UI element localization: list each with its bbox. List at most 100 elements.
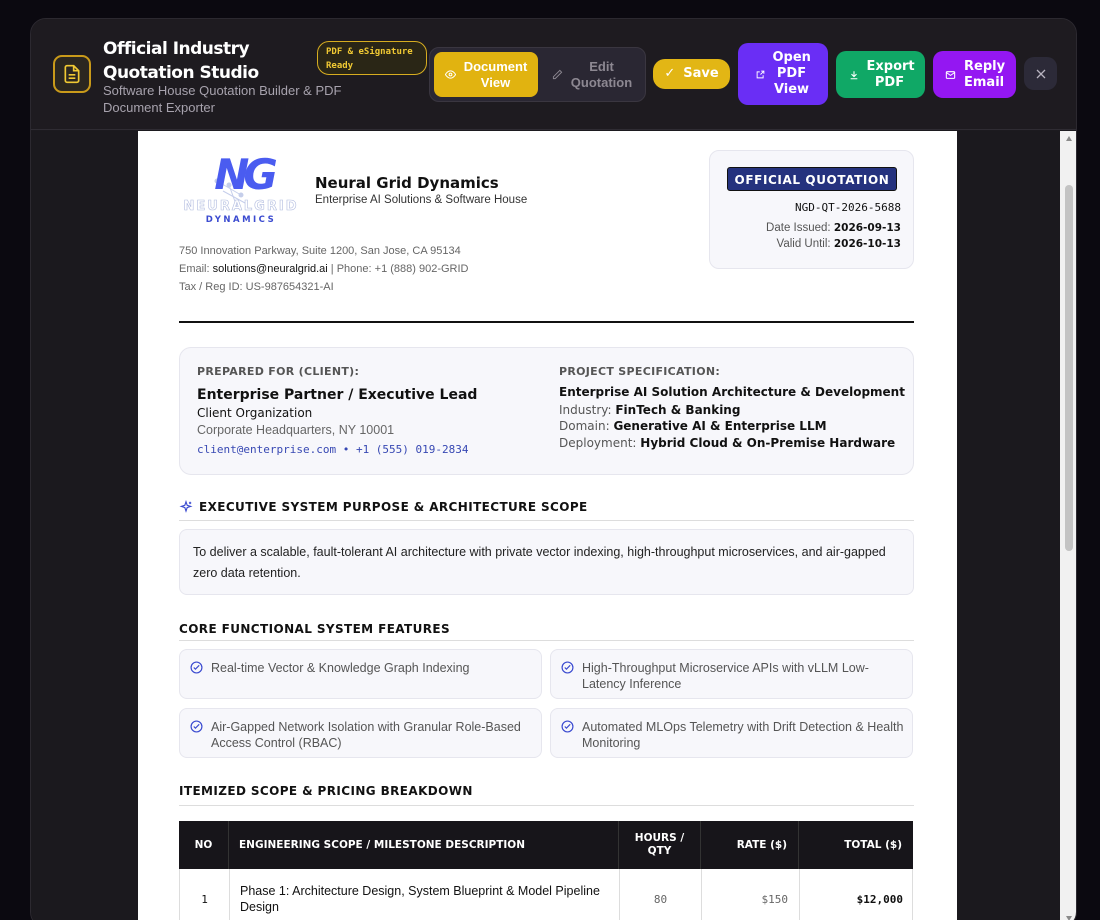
company-contact: Email: solutions@neuralgrid.ai | Phone: … [179, 263, 469, 275]
industry-label: Industry: [559, 403, 612, 417]
client-org: Client Organization [197, 406, 313, 420]
column-header: HOURS / QTY [618, 821, 700, 869]
check-circle-icon [561, 720, 574, 733]
logo-initials: NG [214, 150, 278, 199]
project-heading: PROJECT SPECIFICATION: [559, 365, 721, 378]
scrollbar-thumb[interactable] [1065, 185, 1073, 551]
valid-label: Valid Until: [776, 238, 831, 250]
table-header: NO ENGINEERING SCOPE / MILESTONE DESCRIP… [179, 821, 913, 869]
status-badge: PDF & eSignature Ready [317, 41, 427, 75]
row-description: Phase 1: Architecture Design, System Blu… [229, 869, 619, 920]
feature-text: Real-time Vector & Knowledge Graph Index… [211, 661, 470, 675]
row-total: $12,000 [799, 869, 914, 920]
header-divider [179, 321, 914, 323]
scroll-down-arrow[interactable] [1066, 916, 1072, 920]
valid-date: 2026-10-13 [833, 238, 901, 250]
purpose-section-header: EXECUTIVE SYSTEM PURPOSE & ARCHITECTURE … [179, 499, 914, 521]
company-tagline: Enterprise AI Solutions & Software House [315, 194, 528, 206]
client-address: Corporate Headquarters, NY 10001 [197, 423, 395, 437]
open-pdf-label: Open PDF View [772, 50, 811, 97]
scroll-up-arrow[interactable] [1066, 136, 1072, 141]
reply-email-label: Reply Email [964, 58, 1006, 90]
quote-number: NGD-QT-2026-5688 [795, 201, 901, 214]
scrollbar[interactable] [1060, 131, 1076, 920]
close-icon [1036, 69, 1045, 78]
row-number: 1 [201, 892, 208, 906]
logo-line2: DYNAMICS [205, 215, 277, 225]
deployment-label: Deployment: [559, 436, 637, 450]
purpose-text: To deliver a scalable, fault-tolerant AI… [193, 545, 886, 580]
edit-quotation-label: Edit Quotation [570, 58, 633, 90]
table-row: 1 Phase 1: Architecture Design, System B… [179, 869, 913, 920]
save-label: Save [683, 66, 719, 81]
pricing-heading: ITEMIZED SCOPE & PRICING BREAKDOWN [179, 784, 473, 798]
company-logo: NG NEURALGRID DYNAMICS [179, 151, 303, 231]
mail-icon [945, 70, 956, 79]
feature-card: Air-Gapped Network Isolation with Granul… [179, 708, 542, 758]
project-deployment: Deployment: Hybrid Cloud & On-Premise Ha… [559, 436, 895, 450]
document-view-button[interactable]: Document View [434, 52, 538, 97]
export-pdf-label: Export PDF [866, 58, 915, 90]
domain-value: Generative AI & Enterprise LLM [613, 419, 827, 433]
download-icon [850, 70, 857, 79]
row-hours: 80 [619, 869, 701, 920]
company-name: Neural Grid Dynamics [315, 174, 499, 192]
feature-text: Air-Gapped Network Isolation with Granul… [211, 720, 521, 750]
feature-text: Automated MLOps Telemetry with Drift Det… [582, 720, 904, 750]
check-circle-icon [190, 720, 203, 733]
phone-separator: | Phone: [327, 263, 375, 275]
export-pdf-button[interactable]: Export PDF [836, 51, 925, 98]
close-button[interactable] [1024, 57, 1057, 90]
reply-email-button[interactable]: Reply Email [933, 51, 1016, 98]
pricing-section-header: ITEMIZED SCOPE & PRICING BREAKDOWN [179, 782, 914, 806]
feature-card: Automated MLOps Telemetry with Drift Det… [550, 708, 913, 758]
row-rate: $150 [701, 869, 799, 920]
feature-card: High-Throughput Microservice APIs with v… [550, 649, 913, 699]
deployment-value: Hybrid Cloud & On-Premise Hardware [640, 436, 896, 450]
purpose-box: To deliver a scalable, fault-tolerant AI… [179, 529, 914, 595]
company-email[interactable]: solutions@neuralgrid.ai [213, 263, 328, 275]
client-project-card: PREPARED FOR (CLIENT): Enterprise Partne… [179, 347, 914, 475]
column-header: TOTAL ($) [798, 821, 913, 869]
check-circle-icon [190, 661, 203, 674]
company-tax-id: Tax / Reg ID: US-987654321-AI [179, 281, 334, 293]
project-domain: Domain: Generative AI & Enterprise LLM [559, 419, 827, 433]
view-toggle: Document View Edit Quotation [429, 47, 646, 102]
client-contact[interactable]: client@enterprise.com • +1 (555) 019-283… [197, 443, 469, 456]
client-name: Enterprise Partner / Executive Lead [197, 387, 478, 403]
document-view-label: Document View [463, 58, 528, 90]
document-icon [53, 55, 91, 93]
valid-row: Valid Until: 2026-10-13 [777, 238, 902, 250]
check-circle-icon [561, 661, 574, 674]
quotation-modal: Official Industry Quotation Studio Softw… [30, 18, 1077, 920]
pricing-table: NO ENGINEERING SCOPE / MILESTONE DESCRIP… [179, 821, 913, 920]
company-phone: +1 (888) 902-GRID [374, 263, 469, 275]
column-header: ENGINEERING SCOPE / MILESTONE DESCRIPTIO… [228, 821, 618, 869]
sparkles-icon [179, 500, 193, 513]
project-title: Enterprise AI Solution Architecture & De… [559, 385, 905, 399]
app-subtitle: Software House Quotation Builder & PDF D… [103, 83, 342, 115]
open-pdf-button[interactable]: Open PDF View [738, 43, 828, 105]
purpose-heading: EXECUTIVE SYSTEM PURPOSE & ARCHITECTURE … [199, 500, 588, 514]
email-label: Email: [179, 263, 210, 275]
column-header: RATE ($) [700, 821, 798, 869]
top-toolbar: Official Industry Quotation Studio Softw… [31, 19, 1076, 130]
company-address: 750 Innovation Parkway, Suite 1200, San … [179, 245, 461, 257]
app-title: Official Industry Quotation Studio [103, 39, 259, 83]
official-quotation-label: OFFICIAL QUOTATION [727, 167, 897, 191]
document-scroll-area[interactable]: NG NEURALGRID DYNAMICS Neural Grid Dynam… [31, 131, 1076, 920]
issued-row: Date Issued: 2026-09-13 [766, 222, 901, 234]
logo-line1: NEURALGRID [183, 199, 299, 215]
project-industry: Industry: FinTech & Banking [559, 403, 740, 417]
issued-date: 2026-09-13 [833, 222, 901, 234]
pencil-icon [552, 69, 562, 80]
features-heading: CORE FUNCTIONAL SYSTEM FEATURES [179, 622, 451, 636]
save-button[interactable]: ✓ Save [653, 59, 730, 89]
quote-info-card: OFFICIAL QUOTATION NGD-QT-2026-5688 Date… [709, 150, 914, 269]
domain-label: Domain: [559, 419, 610, 433]
eye-icon [444, 70, 456, 79]
issued-label: Date Issued: [766, 222, 831, 234]
edit-quotation-button[interactable]: Edit Quotation [542, 52, 642, 97]
column-header: NO [194, 839, 213, 851]
features-section-header: CORE FUNCTIONAL SYSTEM FEATURES [179, 620, 914, 641]
